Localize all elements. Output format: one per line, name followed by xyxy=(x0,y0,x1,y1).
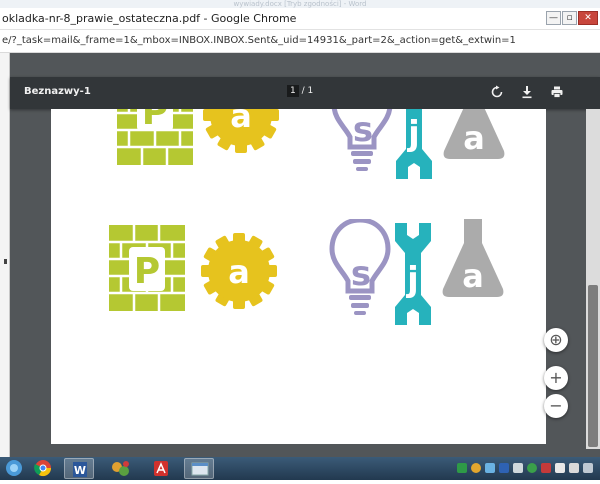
print-icon[interactable] xyxy=(550,85,564,99)
vertical-scrollbar[interactable] xyxy=(586,109,600,449)
logo-graphic: P a s j a xyxy=(109,211,504,325)
taskbar-app-icon[interactable] xyxy=(106,458,136,479)
light-bulb-icon: s xyxy=(331,109,393,171)
system-tray xyxy=(455,460,600,478)
pdf-viewer: Beznazwy-1 1 / 1 P a s j a P a s j a ⊕ +… xyxy=(10,53,600,457)
logo-letter-a2: a xyxy=(463,119,485,157)
pdf-page: P a s j a P a s j a xyxy=(51,109,546,444)
logo-letter-a2: a xyxy=(462,257,484,295)
window-title: okladka-nr-8_prawie_ostateczna.pdf - Goo… xyxy=(2,12,297,25)
tray-icon[interactable] xyxy=(471,463,481,473)
zoom-out-button[interactable]: − xyxy=(544,394,568,418)
taskbar-word-icon[interactable]: W xyxy=(64,458,94,479)
page-indicator: 1 / 1 xyxy=(287,85,313,97)
logo-letter-p: P xyxy=(142,109,168,133)
scrollbar-thumb[interactable] xyxy=(588,285,598,447)
tray-icon[interactable] xyxy=(513,463,523,473)
pdf-toolbar: Beznazwy-1 1 / 1 xyxy=(10,77,600,109)
download-icon[interactable] xyxy=(520,85,534,99)
taskbar-chrome-icon[interactable] xyxy=(28,458,58,479)
url-text: e/?_task=mail&_frame=1&_mbox=INBOX.INBOX… xyxy=(2,35,516,46)
taskbar-acrobat-icon[interactable] xyxy=(146,458,176,479)
logo-letter-a: a xyxy=(230,109,252,135)
tray-icon[interactable] xyxy=(499,463,509,473)
tray-icon[interactable] xyxy=(485,463,495,473)
close-button[interactable]: ✕ xyxy=(578,11,598,25)
page-area: Beznazwy-1 1 / 1 P a s j a P a s j a ⊕ +… xyxy=(0,53,600,457)
document-title: Beznazwy-1 xyxy=(24,86,91,97)
light-bulb-icon: s xyxy=(329,217,391,315)
logo-top: P a s j a xyxy=(51,109,546,183)
rotate-icon[interactable] xyxy=(490,85,504,99)
chrome-title-bar: okladka-nr-8_prawie_ostateczna.pdf - Goo… xyxy=(0,8,600,30)
background-word-title: wywiady.docx [Tryb zgodności] - Word xyxy=(0,0,600,8)
svg-text:W: W xyxy=(74,464,86,477)
flask-icon: a xyxy=(442,211,504,297)
maximize-button[interactable]: ▫ xyxy=(562,11,577,25)
address-bar[interactable]: e/?_task=mail&_frame=1&_mbox=INBOX.INBOX… xyxy=(0,31,600,53)
gear-icon: a xyxy=(201,233,277,309)
tray-icon[interactable] xyxy=(527,463,537,473)
zoom-in-button[interactable]: + xyxy=(544,366,568,390)
wrench-icon: j xyxy=(396,109,432,179)
volume-icon[interactable] xyxy=(569,463,579,473)
logo-letter-p: P xyxy=(134,251,160,292)
logo-letter-j: j xyxy=(406,114,420,154)
gear-icon: a xyxy=(203,109,279,153)
brick-wall-icon: P xyxy=(117,109,193,165)
tray-icon[interactable] xyxy=(457,463,467,473)
fit-to-page-button[interactable]: ⊕ xyxy=(544,328,568,352)
logo-bottom: P a s j a xyxy=(51,211,546,339)
page-total: / 1 xyxy=(301,86,314,96)
tray-icon[interactable] xyxy=(541,463,551,473)
minimize-button[interactable]: — xyxy=(546,11,561,25)
logo-letter-s: s xyxy=(351,254,371,294)
logo-letter-a: a xyxy=(228,253,250,291)
flask-icon: a xyxy=(443,109,505,159)
network-icon[interactable] xyxy=(555,463,565,473)
collapse-arrow-icon[interactable] xyxy=(4,259,7,264)
logo-letter-s: s xyxy=(353,110,373,150)
taskbar-window-icon[interactable] xyxy=(184,458,214,479)
logo-letter-j: j xyxy=(405,260,419,300)
windows-taskbar: W xyxy=(0,457,600,480)
brick-wall-icon: P xyxy=(109,225,185,311)
logo-graphic: P a s j a xyxy=(117,109,505,179)
flag-icon[interactable] xyxy=(583,463,593,473)
wrench-icon: j xyxy=(395,223,431,325)
page-number-input[interactable]: 1 xyxy=(287,85,299,97)
left-panel-edge xyxy=(0,53,10,457)
